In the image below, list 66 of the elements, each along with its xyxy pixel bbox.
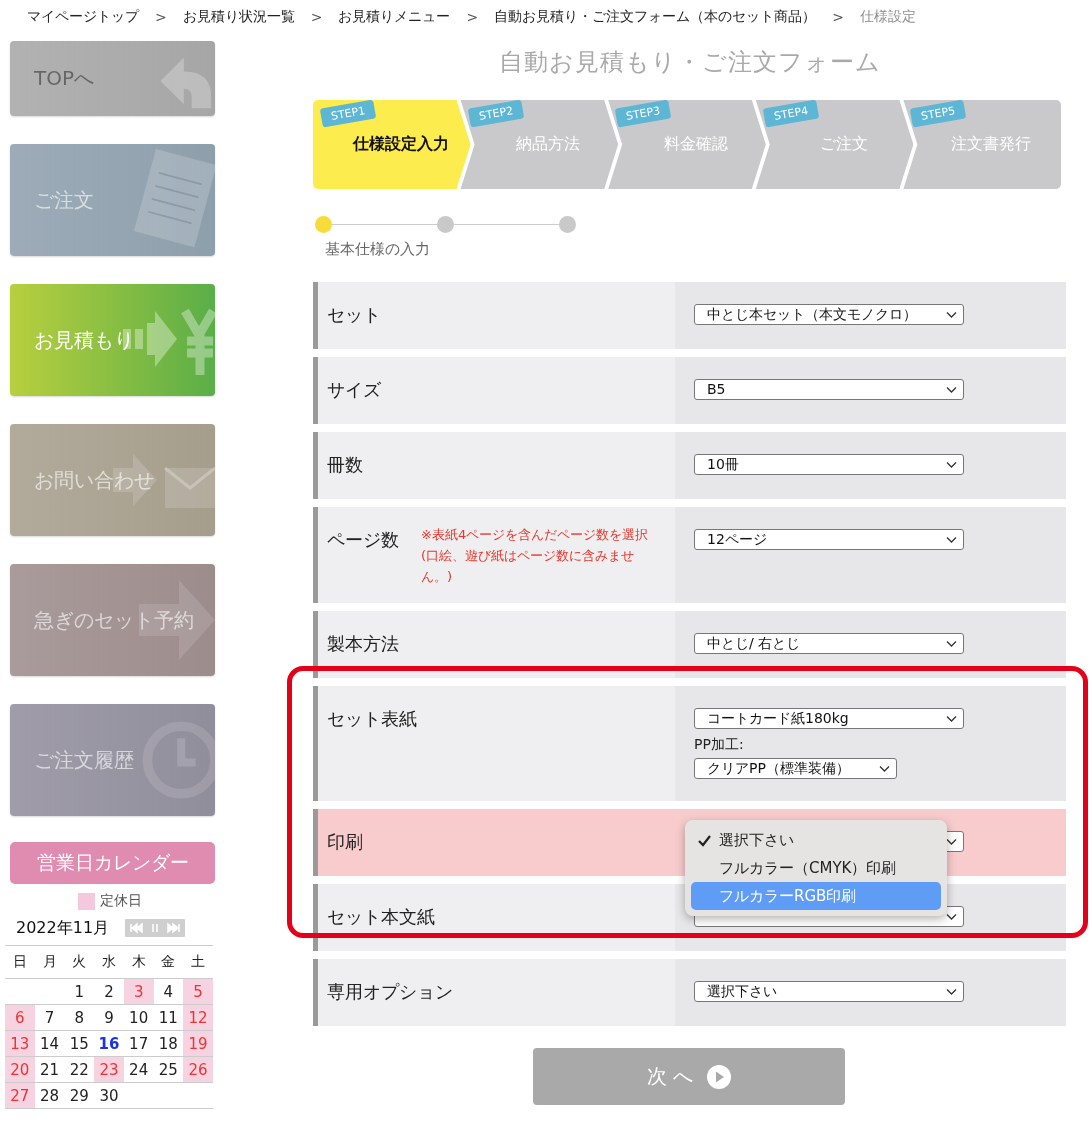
holiday-cell: 12 <box>183 1004 213 1031</box>
date-cell: 24 <box>123 1056 154 1083</box>
field-label: ページ数 <box>327 529 399 552</box>
date-cell: 2 <box>94 978 124 1005</box>
date-cell: 7 <box>34 1004 65 1031</box>
date-cell: 10 <box>123 1004 154 1031</box>
page-location-text: 仕様設定 <box>859 7 916 26</box>
field-label: セット <box>327 304 381 327</box>
select-field[interactable]: 10冊 <box>694 454 964 475</box>
select-field[interactable]: コートカード紙180kg <box>694 708 964 729</box>
today-cell: 16 <box>94 1030 124 1057</box>
holiday-cell: 27 <box>5 1082 35 1109</box>
date-cell: 15 <box>64 1030 95 1057</box>
progress-label: 基本仕様の入力 <box>325 239 431 259</box>
date-cell: 1 <box>64 978 95 1005</box>
field-label: セット表紙 <box>327 708 417 731</box>
breadcrumb-separator: > <box>155 8 167 25</box>
select-field[interactable]: クリアPP（標準装備） <box>694 758 897 779</box>
weekday-label: 木 <box>123 945 154 979</box>
holiday-cell: 20 <box>5 1056 35 1083</box>
select-field[interactable]: B5 <box>694 379 964 400</box>
holiday-cell: 3 <box>123 978 154 1005</box>
weekday-label: 水 <box>94 945 124 979</box>
breadcrumb-separator: > <box>310 8 323 25</box>
date-cell: 17 <box>123 1030 154 1057</box>
weekday-label: 月 <box>34 945 65 979</box>
field-label: 冊数 <box>327 454 363 477</box>
legend-label: 定休日 <box>100 892 142 910</box>
date-cell: 28 <box>34 1082 65 1109</box>
date-cell: 14 <box>34 1030 65 1057</box>
date-cell: 21 <box>34 1056 65 1083</box>
weekday-label: 金 <box>153 945 184 979</box>
breadcrumb-link[interactable]: マイページトップ <box>27 7 139 26</box>
holiday-cell: 6 <box>5 1004 35 1031</box>
breadcrumb-separator: > <box>832 8 844 25</box>
dropdown-option[interactable]: フルカラー（CMYK）印刷 <box>691 854 941 882</box>
date-cell: 30 <box>94 1082 124 1109</box>
breadcrumb-link[interactable]: お見積り状況一覧 <box>182 7 295 26</box>
breadcrumb-separator: > <box>466 8 479 25</box>
field-label: セット本文紙 <box>327 906 435 929</box>
date-cell: 8 <box>64 1004 95 1031</box>
weekday-label: 土 <box>183 945 213 979</box>
field-label: 専用オプション <box>327 981 453 1004</box>
calendar-month: 2022年11月 <box>16 917 110 939</box>
field-label: サイズ <box>327 379 381 402</box>
holiday-cell: 26 <box>183 1056 213 1083</box>
breadcrumb-link[interactable]: お見積りメニュー <box>338 7 451 26</box>
holiday-cell: 13 <box>5 1030 35 1057</box>
breadcrumb-link[interactable]: 自動お見積り・ご注文フォーム（本のセット商品） <box>494 7 817 26</box>
date-cell: 9 <box>94 1004 124 1031</box>
holiday-cell: 23 <box>94 1056 124 1083</box>
field-note: ※表紙4ページを含んだページ数を選択(口絵、遊び紙はページ数に含みません。) <box>421 526 649 586</box>
page-title: 自動お見積もり・ご注文フォーム <box>497 47 882 77</box>
weekday-label: 日 <box>5 945 35 979</box>
select-field[interactable]: 中とじ/ 右とじ <box>694 633 964 654</box>
date-cell: 29 <box>64 1082 95 1109</box>
field-label: 印刷 <box>327 831 363 854</box>
dropdown-option[interactable]: 選択下さい <box>691 826 941 854</box>
select-field[interactable]: 選択下さい <box>694 981 964 1002</box>
weekday-label: 火 <box>64 945 95 979</box>
holiday-cell: 5 <box>183 978 213 1005</box>
holiday-cell: 19 <box>183 1030 213 1057</box>
select-field[interactable]: 中とじ本セット（本文モノクロ） <box>694 304 964 325</box>
field-caption: PP加工: <box>694 736 745 752</box>
field-label: 製本方法 <box>327 633 399 656</box>
select-field[interactable]: 12ページ <box>694 529 964 550</box>
